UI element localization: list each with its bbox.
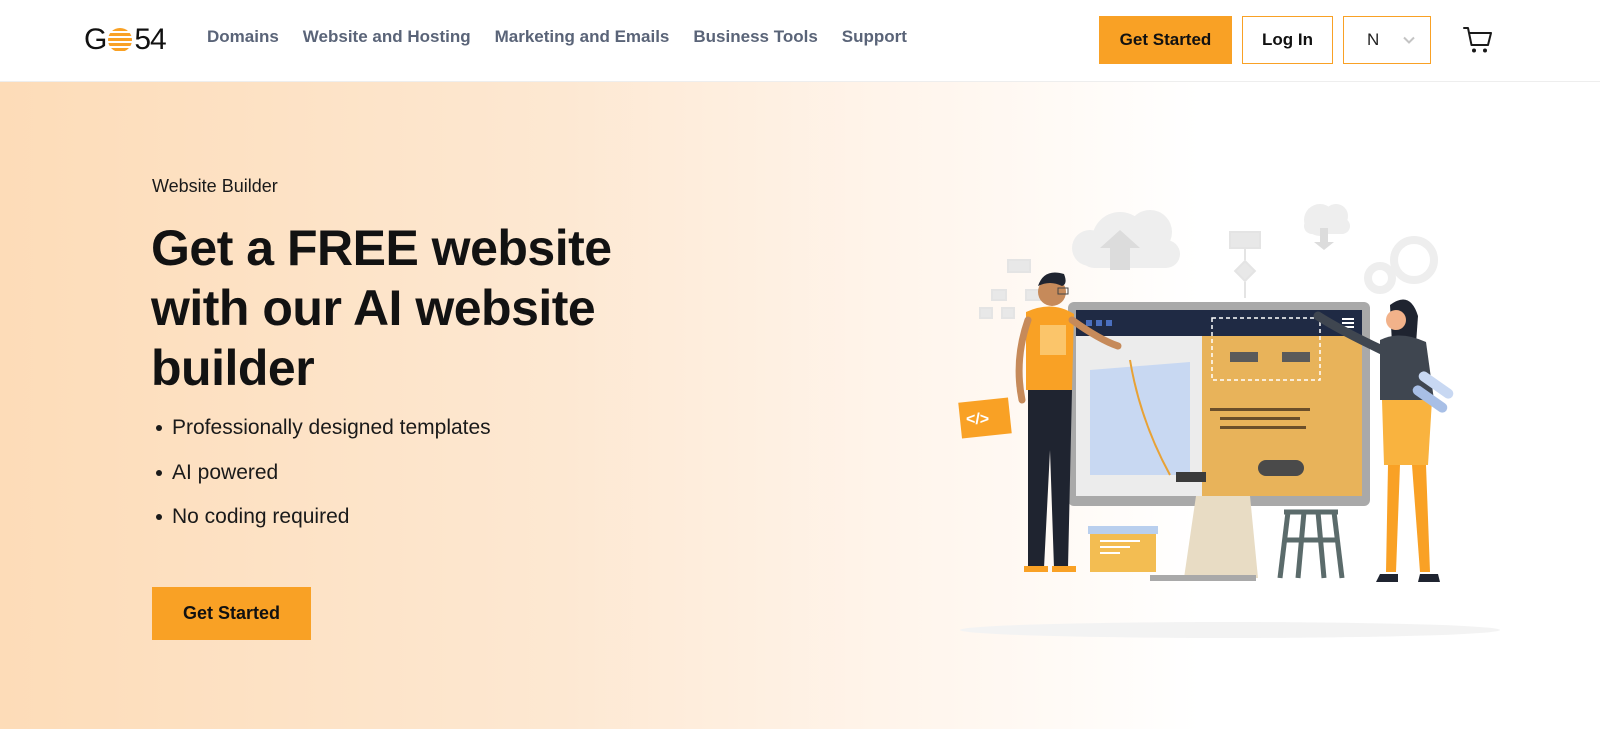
logo-letter: G [84,23,107,56]
language-select[interactable]: N [1343,16,1431,64]
bullet-icon [156,425,162,431]
nav-domains[interactable]: Domains [207,26,279,48]
bullet-icon [156,514,162,520]
nav-marketing-emails[interactable]: Marketing and Emails [495,26,670,48]
chevron-down-icon [1403,36,1415,44]
headline-line-2: with our AI website [151,280,596,336]
cart-icon[interactable] [1463,26,1493,54]
main-nav: Domains Website and Hosting Marketing an… [207,26,931,48]
site-header: G 54 Domains Website and Hosting Marketi… [0,0,1600,82]
step-stool [1277,509,1345,579]
code-card [1088,526,1158,572]
hero-eyebrow: Website Builder [152,176,278,196]
background-cloud-download-icon [1304,204,1350,250]
nav-business-tools[interactable]: Business Tools [693,26,817,48]
background-gear-icon [1364,236,1438,294]
headline-line-3: builder [151,340,315,396]
logo-sun-icon [108,28,133,51]
bullet-icon [156,469,162,476]
background-cloud-icon [1072,210,1180,270]
feature-item: Professionally designed templates [152,416,491,440]
headline-line-1: Get a FREE website [151,220,612,276]
site-logo[interactable]: G 54 [84,23,167,56]
feature-item: AI powered [152,461,491,485]
logo-number: 54 [134,23,166,56]
feature-list: Professionally designed templates AI pow… [152,416,491,550]
login-button[interactable]: Log In [1242,16,1333,64]
code-badge-label: </> [966,411,989,428]
nav-website-hosting[interactable]: Website and Hosting [303,26,471,48]
website-builder-illustration: </> [958,204,1500,638]
feature-item: No coding required [152,505,491,529]
hero-section: Website Builder Get a FREE website with … [0,82,1600,729]
hero-headline: Get a FREE website with our AI website b… [151,218,671,398]
language-selected-value: N [1367,30,1380,49]
nav-support[interactable]: Support [842,26,907,48]
hero-get-started-button[interactable]: Get Started [152,587,311,640]
header-get-started-button[interactable]: Get Started [1099,16,1232,64]
floor-shadow [960,622,1500,638]
